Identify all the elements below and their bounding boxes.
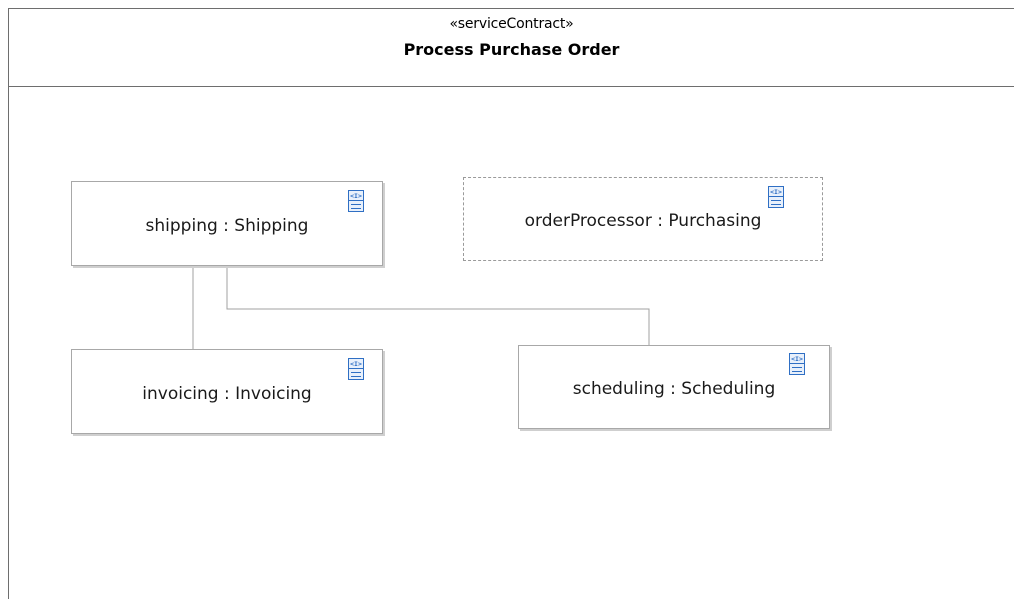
contract-title: Process Purchase Order <box>403 40 620 59</box>
interface-icon: <I> <box>348 190 364 212</box>
svg-text:<I>: <I> <box>350 192 362 200</box>
interface-icon: <I> <box>768 186 784 208</box>
svg-text:<I>: <I> <box>770 188 782 196</box>
diagram-canvas: «serviceContract» Process Purchase Order… <box>0 0 1014 599</box>
contract-stereotype: «serviceContract» <box>449 16 574 32</box>
service-contract-frame[interactable]: «serviceContract» Process Purchase Order <box>8 8 1014 599</box>
part-order-processor-label: orderProcessor : Purchasing <box>524 211 762 231</box>
part-scheduling[interactable]: <I> scheduling : Scheduling <box>518 345 830 429</box>
part-scheduling-label: scheduling : Scheduling <box>572 379 776 399</box>
part-order-processor[interactable]: <I> orderProcessor : Purchasing <box>463 177 823 261</box>
part-invoicing[interactable]: <I> invoicing : Invoicing <box>71 349 383 434</box>
interface-icon: <I> <box>348 358 364 380</box>
svg-text:<I>: <I> <box>791 355 803 363</box>
svg-text:<I>: <I> <box>350 360 362 368</box>
interface-icon: <I> <box>789 353 805 375</box>
part-invoicing-label: invoicing : Invoicing <box>142 383 312 404</box>
part-shipping[interactable]: <I> shipping : Shipping <box>71 181 383 266</box>
contract-header: «serviceContract» Process Purchase Order <box>9 9 1014 87</box>
part-shipping-label: shipping : Shipping <box>145 215 309 236</box>
